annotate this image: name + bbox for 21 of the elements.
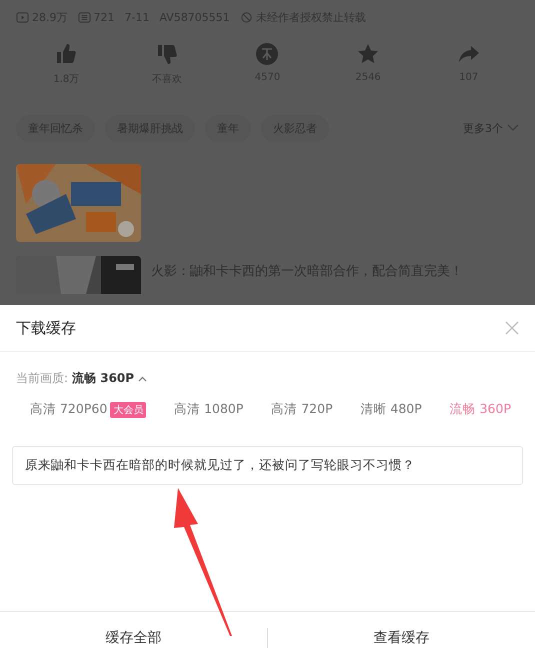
chevron-down-icon[interactable] <box>507 124 519 132</box>
close-icon[interactable] <box>505 321 519 335</box>
quality-option[interactable]: 高清 1080P <box>174 397 244 422</box>
coin-icon[interactable] <box>255 42 280 66</box>
caret-up-icon[interactable] <box>138 376 148 382</box>
quality-label: 当前画质: <box>16 370 68 387</box>
star-icon[interactable] <box>356 42 380 66</box>
play-icon <box>16 10 29 24</box>
thumbs-up-icon[interactable] <box>54 42 78 66</box>
quality-option[interactable]: 流畅 360P <box>450 397 511 422</box>
current-quality[interactable]: 流畅 360P <box>72 370 134 387</box>
vip-badge: 大会员 <box>110 402 146 418</box>
quality-option[interactable]: 高清 720P60 大会员 <box>30 397 146 422</box>
view-cache-button[interactable]: 查看缓存 <box>268 628 535 648</box>
prohibited-icon <box>240 10 253 24</box>
danmaku-icon <box>78 10 90 24</box>
episode-item[interactable]: 原来鼬和卡卡西在暗部的时候就见过了，还被问了写轮眼习不习惯？ <box>12 446 523 485</box>
cache-all-button[interactable]: 缓存全部 <box>0 628 267 648</box>
sheet-title: 下载缓存 <box>16 318 76 338</box>
quality-option[interactable]: 高清 720P <box>271 397 333 422</box>
quality-option[interactable]: 清晰 480P <box>360 397 422 422</box>
